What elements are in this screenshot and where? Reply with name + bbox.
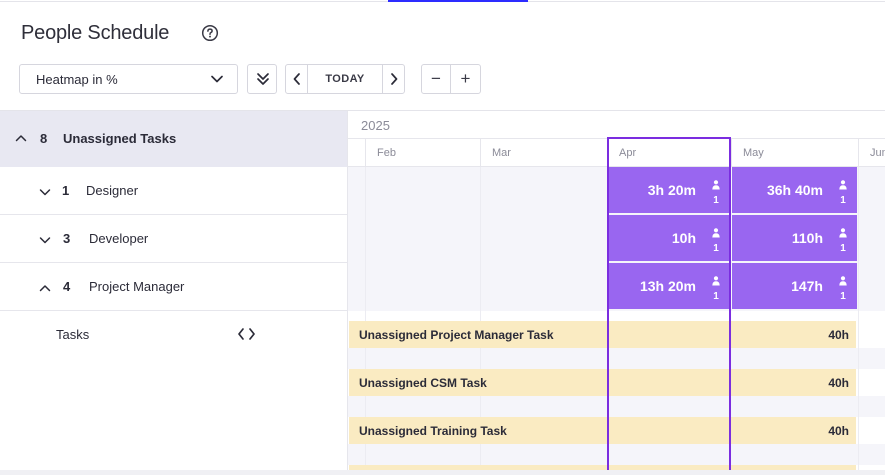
top-accent-bar bbox=[388, 0, 528, 2]
grid-line bbox=[858, 167, 859, 475]
people-count-value: 1 bbox=[840, 291, 846, 302]
people-count: 1 bbox=[838, 177, 848, 206]
person-icon bbox=[839, 228, 847, 238]
person-icon bbox=[839, 276, 847, 286]
people-count-value: 1 bbox=[840, 243, 846, 254]
chevron-left-icon bbox=[293, 73, 300, 85]
role-count: 1 bbox=[62, 183, 70, 198]
group-row-unassigned-tasks[interactable]: 8 Unassigned Tasks bbox=[0, 111, 347, 167]
month-header: Feb Mar Apr May Jun bbox=[348, 139, 885, 167]
heatmap-hours: 10h bbox=[671, 230, 696, 246]
role-label: Project Manager bbox=[89, 279, 185, 294]
role-row-project-manager[interactable]: 4 Project Manager bbox=[0, 263, 347, 311]
role-label: Developer bbox=[89, 231, 149, 246]
people-count: 1 bbox=[838, 273, 848, 302]
group-label: Unassigned Tasks bbox=[63, 131, 177, 146]
heatmap-cell[interactable]: 147h 1 bbox=[732, 263, 857, 309]
people-count-value: 1 bbox=[713, 195, 719, 206]
year-label: 2025 bbox=[361, 118, 390, 133]
heatmap-cell[interactable]: 110h 1 bbox=[732, 215, 857, 261]
task-name: Unassigned CSM Task bbox=[359, 376, 487, 390]
people-count: 1 bbox=[838, 225, 848, 254]
tasks-label: Tasks bbox=[56, 327, 90, 342]
task-hours: 40h bbox=[828, 424, 849, 438]
help-icon[interactable] bbox=[201, 24, 219, 42]
zoom-out-button[interactable]: − bbox=[422, 65, 451, 93]
expand-horizontal-icon[interactable] bbox=[237, 327, 257, 341]
role-label: Designer bbox=[86, 183, 139, 198]
timeline-grid: 2025 Feb Mar Apr May Jun 3h 20m 1 10h 1 … bbox=[347, 111, 885, 475]
people-count-value: 1 bbox=[713, 243, 719, 254]
month-apr: Apr bbox=[607, 139, 731, 167]
task-bar[interactable]: Unassigned Project Manager Task 40h bbox=[349, 321, 856, 348]
task-hours: 40h bbox=[828, 328, 849, 342]
heatmap-cell[interactable]: 36h 40m 1 bbox=[732, 167, 857, 213]
view-mode-value: Heatmap in % bbox=[36, 72, 118, 87]
heatmap-hours: 3h 20m bbox=[647, 182, 696, 198]
people-count-value: 1 bbox=[840, 195, 846, 206]
tasks-row: Tasks bbox=[0, 311, 347, 359]
month-may: May bbox=[731, 139, 858, 167]
date-navigation: TODAY bbox=[285, 64, 405, 94]
chevron-up-icon[interactable] bbox=[39, 282, 51, 294]
people-count: 1 bbox=[711, 225, 721, 254]
month-mar: Mar bbox=[480, 139, 607, 167]
chevron-up-icon[interactable] bbox=[15, 132, 27, 144]
month-jun: Jun bbox=[858, 139, 885, 167]
chevron-down-icon bbox=[211, 75, 223, 83]
row-band bbox=[348, 444, 885, 465]
role-row-developer[interactable]: 3 Developer bbox=[0, 215, 347, 263]
task-name: Unassigned Training Task bbox=[359, 424, 507, 438]
chevron-down-icon[interactable] bbox=[39, 234, 51, 246]
next-period-button[interactable] bbox=[382, 65, 404, 93]
month-feb: Feb bbox=[365, 139, 480, 167]
group-count: 8 bbox=[40, 131, 48, 146]
task-name: Unassigned Project Manager Task bbox=[359, 328, 554, 342]
people-count-value: 1 bbox=[713, 291, 719, 302]
role-count: 4 bbox=[63, 279, 71, 294]
double-chevron-down-icon bbox=[257, 73, 269, 85]
zoom-controls: − + bbox=[421, 64, 481, 94]
person-icon bbox=[839, 180, 847, 190]
collapse-all-button[interactable] bbox=[247, 64, 277, 94]
person-icon bbox=[712, 228, 720, 238]
people-count: 1 bbox=[711, 273, 721, 302]
people-count: 1 bbox=[711, 177, 721, 206]
previous-period-button[interactable] bbox=[286, 65, 308, 93]
task-bar[interactable]: Unassigned CSM Task 40h bbox=[349, 369, 856, 396]
chevron-right-icon bbox=[391, 73, 398, 85]
task-hours: 40h bbox=[828, 376, 849, 390]
person-icon bbox=[712, 276, 720, 286]
page-title: People Schedule bbox=[21, 22, 170, 44]
heatmap-hours: 110h bbox=[791, 230, 823, 246]
zoom-in-button[interactable]: + bbox=[451, 65, 480, 93]
task-bar[interactable]: Unassigned Training Task 40h bbox=[349, 417, 856, 444]
row-band bbox=[348, 396, 885, 417]
heatmap-cell[interactable]: 3h 20m 1 bbox=[607, 167, 730, 213]
heatmap-cell[interactable]: 13h 20m 1 bbox=[607, 263, 730, 309]
heatmap-hours: 13h 20m bbox=[639, 278, 696, 294]
heatmap-hours: 147h bbox=[791, 278, 823, 294]
chevron-down-icon[interactable] bbox=[39, 186, 51, 198]
role-row-designer[interactable]: 1 Designer bbox=[0, 167, 347, 215]
person-icon bbox=[712, 180, 720, 190]
row-band bbox=[348, 348, 885, 369]
resource-panel: 8 Unassigned Tasks 1 Designer 3 Develope… bbox=[0, 111, 347, 475]
role-count: 3 bbox=[63, 231, 71, 246]
today-button[interactable]: TODAY bbox=[308, 65, 382, 93]
bottom-scroll-area bbox=[0, 470, 885, 475]
year-header: 2025 bbox=[348, 111, 885, 139]
view-mode-select[interactable]: Heatmap in % bbox=[19, 64, 238, 94]
heatmap-hours: 36h 40m bbox=[766, 182, 823, 198]
heatmap-cell[interactable]: 10h 1 bbox=[607, 215, 730, 261]
